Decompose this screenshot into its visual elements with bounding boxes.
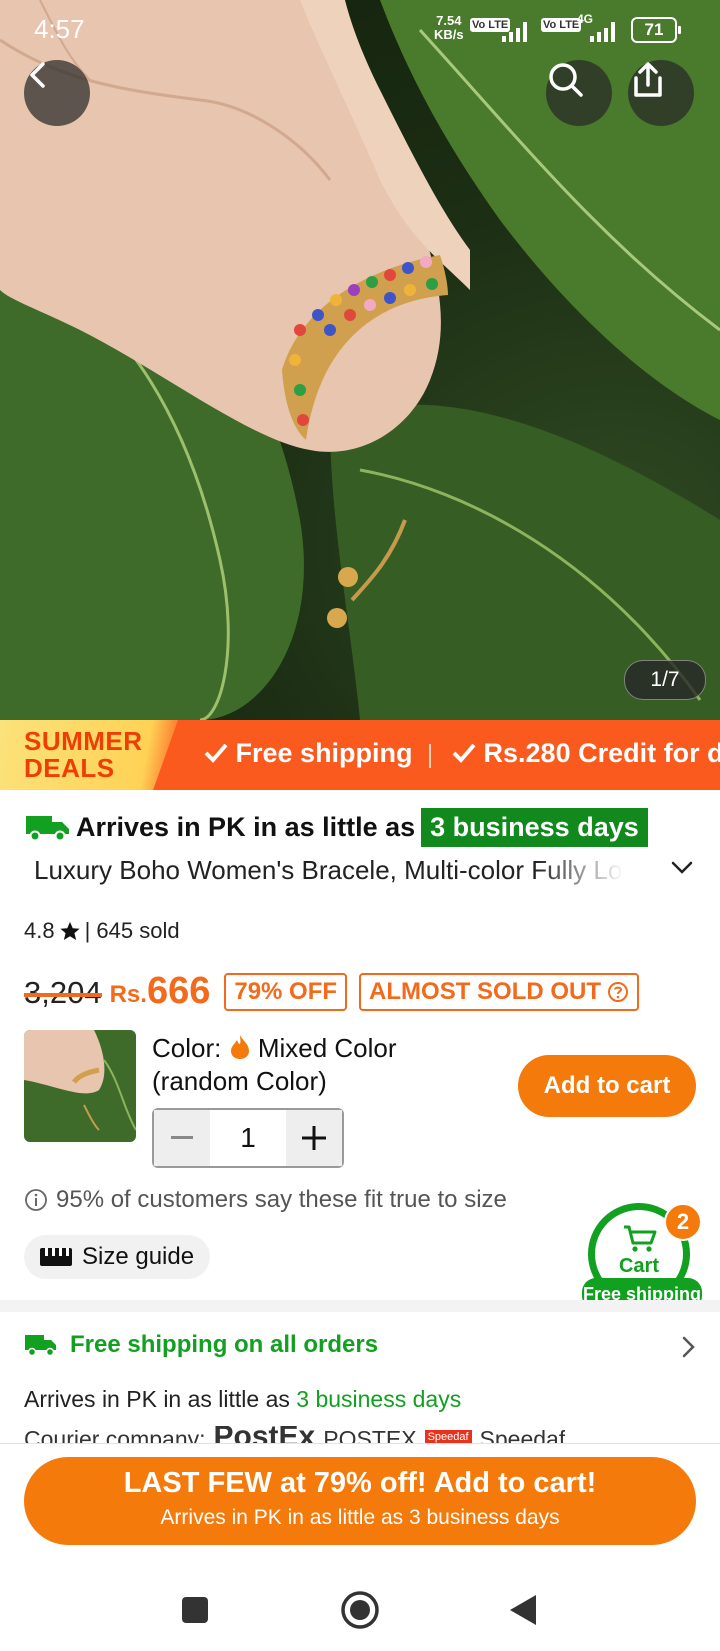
info-icon [25, 1189, 47, 1211]
product-title[interactable]: Luxury Boho Women's Bracele, Multi-color… [34, 855, 624, 886]
system-nav-bar [0, 1565, 720, 1650]
discount-badge: 79% OFF [224, 973, 348, 1011]
back-button[interactable] [24, 60, 90, 126]
summer-deals-text: SUMMER DEALS [24, 726, 143, 783]
perk-free-shipping: Free shipping [204, 738, 413, 769]
plus-icon [302, 1126, 326, 1150]
add-to-cart-button[interactable]: Add to cart [518, 1055, 696, 1117]
cart-count-badge: 2 [664, 1203, 702, 1241]
last-few-add-to-cart-button[interactable]: LAST FEW at 79% off! Add to cart! Arrive… [24, 1457, 696, 1545]
chevron-down-icon[interactable] [670, 860, 694, 876]
delivery-truck-icon [26, 816, 69, 842]
product-image[interactable]: 4:57 7.54 KB/s Vo LTE Vo LTE 4G 71 1/7 [0, 0, 720, 720]
chevron-left-icon [30, 62, 45, 88]
sale-price: 666 [146, 970, 211, 1012]
selected-color: Color: Mixed Color (random Color) [152, 1033, 397, 1096]
check-icon [204, 743, 228, 763]
home-icon[interactable] [340, 1590, 380, 1630]
signal-icon [502, 20, 532, 42]
status-bar: 4:57 7.54 KB/s Vo LTE Vo LTE 4G 71 [0, 8, 720, 48]
shipping-row[interactable]: Free shipping on all orders [24, 1331, 378, 1359]
help-icon [608, 982, 629, 1002]
product-photo [0, 0, 720, 720]
variant-photo [24, 1030, 136, 1142]
image-counter: 1/7 [624, 660, 706, 700]
arrival-prefix: Arrives in PK in as little as [76, 811, 416, 842]
share-icon [634, 62, 662, 97]
promo-banner[interactable]: SUMMER DEALS Free shipping Rs.280 Credit… [0, 720, 720, 790]
search-button[interactable] [546, 60, 612, 126]
cart-icon [624, 1225, 657, 1252]
rating-row[interactable]: 4.8 | 645 sold [24, 918, 180, 944]
cta-headline: LAST FEW at 79% off! Add to cart! [123, 1467, 597, 1499]
check-icon [452, 743, 476, 763]
section-divider [0, 1300, 720, 1312]
volte-icon-2: Vo LTE [541, 18, 582, 32]
variant-thumbnail[interactable] [24, 1030, 136, 1142]
status-speed: 7.54 KB/s [434, 13, 464, 42]
quantity-stepper: 1 [152, 1108, 344, 1168]
recents-icon[interactable] [181, 1596, 209, 1624]
stock-badge: ALMOST SOLD OUT [359, 973, 640, 1011]
sold-count: | 645 sold [84, 918, 180, 943]
share-button[interactable] [628, 60, 694, 126]
arrival-info: Arrives in PK in as little as 3 business… [24, 806, 648, 848]
signal-icon-2 [590, 20, 620, 42]
minus-icon [171, 1136, 193, 1139]
arrival-days-badge: 3 business days [421, 807, 648, 847]
delivery-truck-icon [25, 1335, 56, 1357]
increase-quantity-button[interactable] [286, 1110, 342, 1166]
currency: Rs. [109, 981, 147, 1008]
fit-info: 95% of customers say these fit true to s… [24, 1186, 507, 1214]
size-guide-button[interactable]: Size guide [24, 1235, 211, 1279]
quantity-value[interactable]: 1 [210, 1122, 286, 1154]
floating-cart[interactable]: Cart 2 Free shipping [582, 1203, 702, 1310]
back-nav-icon[interactable] [508, 1593, 538, 1627]
status-time: 4:57 [34, 14, 85, 44]
search-icon [549, 63, 583, 97]
cta-subline: Arrives in PK in as little as 3 business… [160, 1506, 560, 1529]
rating-value: 4.8 [24, 918, 55, 943]
original-price: 3,204 [24, 975, 102, 1010]
shipping-arrival: Arrives in PK in as little as 3 business… [24, 1386, 462, 1412]
battery-icon: 71 [631, 17, 681, 43]
cart-label: Cart [618, 1255, 659, 1277]
perk-divider [429, 744, 431, 768]
decrease-quantity-button[interactable] [154, 1110, 210, 1166]
price-row: 3,204 Rs. 666 79% OFF ALMOST SOLD OUT [24, 963, 651, 1011]
flame-icon [230, 1035, 249, 1059]
perk-credit: Rs.280 Credit for d [452, 738, 720, 769]
chevron-right-icon[interactable] [680, 1335, 696, 1359]
ruler-icon [40, 1248, 72, 1266]
star-icon [59, 921, 80, 940]
speedaf-logo: Speedaf [424, 1430, 472, 1444]
